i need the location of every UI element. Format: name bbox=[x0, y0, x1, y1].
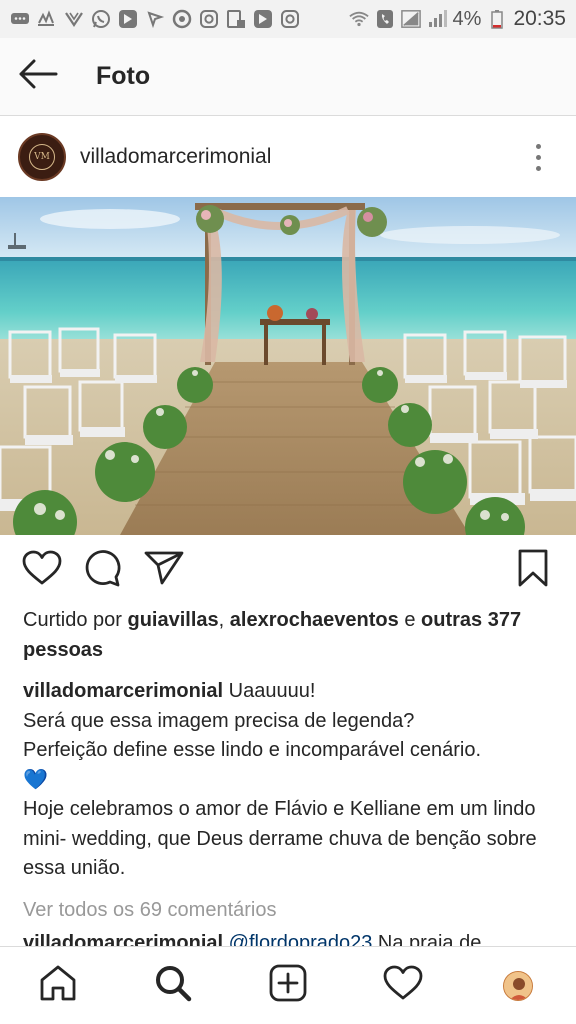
post-header: VM villadomarcerimonial bbox=[0, 117, 576, 197]
likes-prefix: Curtido por bbox=[23, 609, 128, 631]
chrome-icon bbox=[172, 9, 192, 29]
heart-icon bbox=[22, 550, 62, 591]
post-actions bbox=[0, 540, 576, 600]
caption-line-4: Hoje celebramos o amor de Flávio e Kelli… bbox=[23, 798, 537, 879]
nav-home-button[interactable] bbox=[32, 960, 84, 1012]
view-all-comments-link[interactable]: Ver todos os 69 comentários bbox=[23, 896, 558, 926]
app-icon-2 bbox=[253, 9, 273, 29]
system-status: 4% 20:35 bbox=[348, 7, 566, 31]
back-button[interactable] bbox=[0, 38, 76, 116]
liked-by-user-1[interactable]: guiavillas bbox=[128, 609, 219, 631]
caption-line-1: Uaauuuu! bbox=[223, 680, 316, 702]
heart-icon bbox=[383, 965, 423, 1006]
share-button[interactable] bbox=[141, 547, 187, 593]
battery-icon bbox=[487, 9, 507, 29]
save-button[interactable] bbox=[510, 547, 556, 593]
more-vertical-icon bbox=[535, 143, 541, 171]
post-details: Curtido por guiavillas, alexrochaeventos… bbox=[23, 606, 558, 959]
caption-line-3: Perfeição define esse lindo e incomparáv… bbox=[23, 739, 482, 761]
likes-summary[interactable]: Curtido por guiavillas, alexrochaeventos… bbox=[23, 606, 558, 665]
upload-icon bbox=[226, 9, 246, 29]
nav-activity-button[interactable] bbox=[377, 960, 429, 1012]
add-post-icon bbox=[269, 964, 307, 1007]
bottom-navigation bbox=[0, 946, 576, 1024]
page-title: Foto bbox=[96, 62, 151, 90]
app-bar: Foto bbox=[0, 38, 576, 116]
search-icon bbox=[154, 964, 192, 1007]
caption-username[interactable]: villadomarcerimonial bbox=[23, 680, 223, 702]
bookmark-icon bbox=[517, 549, 549, 592]
beach-ceremony-image bbox=[0, 197, 576, 535]
notification-icons bbox=[10, 9, 300, 29]
status-bar: 4% 20:35 bbox=[0, 0, 576, 38]
no-signal-icon bbox=[400, 9, 421, 29]
nav-add-button[interactable] bbox=[262, 960, 314, 1012]
avatar[interactable]: VM bbox=[18, 133, 66, 181]
post-photo[interactable] bbox=[0, 197, 576, 535]
nav-search-button[interactable] bbox=[147, 960, 199, 1012]
instagram-icon bbox=[199, 9, 219, 29]
comment-icon bbox=[83, 549, 121, 592]
caption-line-2: Será que essa imagem precisa de legenda? bbox=[23, 709, 415, 732]
likes-and: e bbox=[398, 609, 422, 631]
whatsapp-icon bbox=[91, 9, 111, 29]
more-options-button[interactable] bbox=[518, 127, 558, 187]
sms-icon bbox=[37, 9, 57, 29]
home-icon bbox=[39, 964, 77, 1007]
wifi-icon bbox=[348, 9, 369, 29]
arrow-left-icon bbox=[18, 59, 58, 94]
liked-by-user-2[interactable]: alexrochaeventos bbox=[230, 609, 399, 631]
comment-button[interactable] bbox=[79, 547, 125, 593]
instagram-icon-2 bbox=[280, 9, 300, 29]
caption: villadomarcerimonial Uaauuuu! Será que e… bbox=[23, 677, 558, 884]
post-username[interactable]: villadomarcerimonial bbox=[80, 145, 271, 169]
avatar-logo: VM bbox=[29, 144, 55, 170]
app-icon bbox=[118, 9, 138, 29]
profile-avatar bbox=[503, 970, 534, 1001]
chat-icon bbox=[10, 9, 30, 29]
vpn-icon bbox=[64, 9, 84, 29]
blue-heart-emoji: 💙 bbox=[23, 768, 48, 791]
battery-percent: 4% bbox=[452, 7, 482, 30]
likes-separator: , bbox=[218, 609, 230, 631]
kite-icon bbox=[145, 9, 165, 29]
signal-icon bbox=[427, 9, 447, 29]
like-button[interactable] bbox=[19, 547, 65, 593]
clock: 20:35 bbox=[513, 7, 566, 30]
phone-icon bbox=[375, 9, 395, 29]
send-icon bbox=[144, 550, 184, 591]
nav-profile-button[interactable] bbox=[492, 960, 544, 1012]
